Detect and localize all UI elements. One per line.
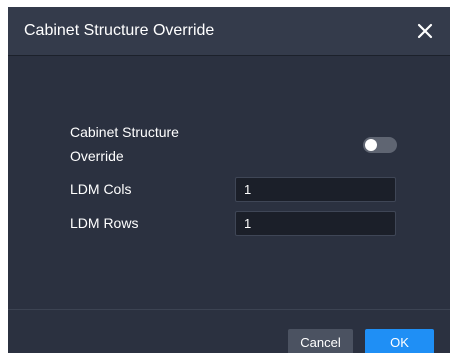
dialog-title: Cabinet Structure Override: [24, 22, 215, 39]
ldm-cols-label: LDM Cols: [70, 181, 132, 197]
toggle-knob: [365, 139, 377, 151]
dialog-titlebar: Cabinet Structure Override: [8, 7, 450, 56]
ldm-rows-input[interactable]: [235, 211, 396, 236]
ldm-rows-label: LDM Rows: [70, 215, 139, 231]
override-label-line2: Override: [70, 148, 124, 164]
close-icon[interactable]: [412, 18, 438, 44]
ldm-cols-input[interactable]: [235, 177, 396, 202]
ok-button[interactable]: OK: [365, 329, 434, 353]
override-toggle[interactable]: [363, 137, 397, 153]
dialog-footer: Cancel OK: [8, 309, 450, 353]
override-label-line1: Cabinet Structure: [70, 124, 179, 140]
cabinet-structure-override-dialog: Cabinet Structure Override Cabinet Struc…: [8, 7, 450, 353]
cancel-button[interactable]: Cancel: [288, 329, 353, 353]
